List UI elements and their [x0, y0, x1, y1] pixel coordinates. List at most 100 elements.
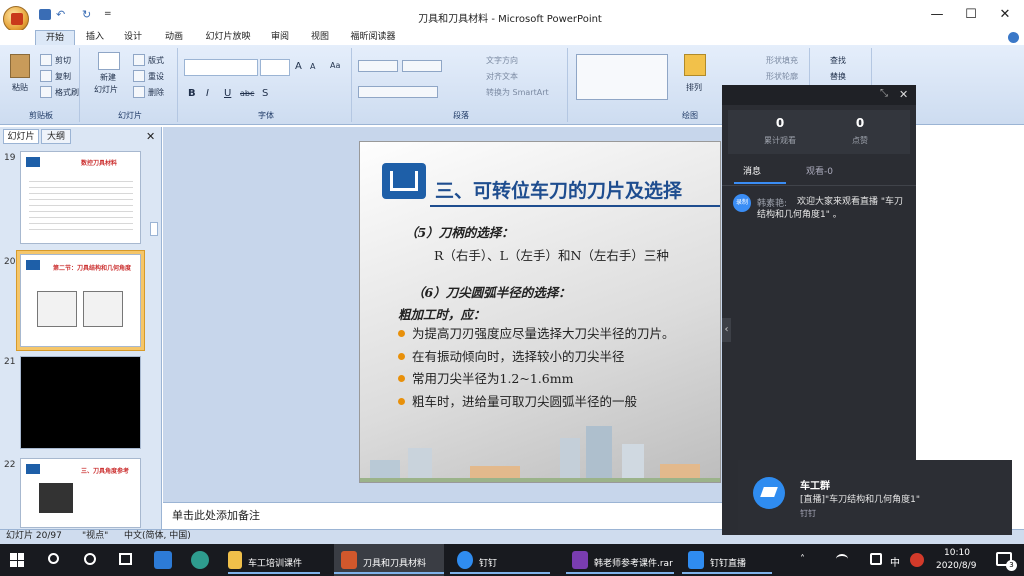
- task-view-icon[interactable]: [119, 553, 132, 565]
- shapes-gallery[interactable]: [576, 54, 668, 100]
- underline-button[interactable]: U: [224, 88, 231, 99]
- taskbar-item-folder[interactable]: 车工培训课件: [248, 556, 302, 569]
- powerpoint-icon[interactable]: [341, 551, 357, 569]
- bullets-icon[interactable]: [358, 60, 398, 72]
- bullet-icon: [398, 330, 405, 337]
- tab-home[interactable]: 开始: [35, 30, 75, 45]
- sogou-icon[interactable]: [910, 553, 924, 567]
- help-icon[interactable]: [1008, 32, 1019, 43]
- find-button[interactable]: 查找: [830, 55, 846, 66]
- current-slide[interactable]: 三、可转位车刀的刀片及选择 （5）刀柄的选择： R（右手）、L（左手）和N（左右…: [359, 141, 721, 483]
- notification-badge: 3: [1006, 560, 1017, 571]
- thumbs-scrollbar[interactable]: [150, 222, 158, 236]
- numbering-icon[interactable]: [402, 60, 442, 72]
- ime-indicator[interactable]: 中: [890, 554, 900, 569]
- tab-slideshow[interactable]: 幻灯片放映: [200, 30, 256, 45]
- smartart-button[interactable]: 转换为 SmartArt: [486, 87, 549, 98]
- new-slide-button[interactable]: 新建: [100, 72, 116, 83]
- likes-count: 0: [855, 116, 865, 130]
- arrange-button[interactable]: 排列: [686, 82, 702, 93]
- language-indicator[interactable]: 中文(简体, 中国): [124, 530, 191, 543]
- tab-animation[interactable]: 动画: [158, 30, 190, 45]
- qat-customize-icon[interactable]: =: [104, 9, 116, 20]
- popout-icon[interactable]: ⤡: [880, 88, 888, 99]
- tab-design[interactable]: 设计: [118, 30, 148, 45]
- slide-bullet-3: 常用刀尖半径为1.2~1.6mm: [412, 371, 574, 386]
- collapse-handle[interactable]: ‹: [722, 318, 731, 342]
- shrink-font-button[interactable]: A: [310, 62, 315, 71]
- arrange-icon[interactable]: [684, 54, 706, 76]
- tab-outline[interactable]: 大纲: [41, 129, 71, 144]
- shape-fill-button[interactable]: 形状填充: [766, 55, 798, 66]
- close-panel-icon[interactable]: ✕: [146, 130, 155, 143]
- dingtalk-taskbar-icon[interactable]: [457, 551, 473, 569]
- tab-messages[interactable]: 消息: [743, 164, 761, 177]
- clear-format-button[interactable]: Aa: [330, 61, 340, 70]
- taskbar-item-dingtalk[interactable]: 钉钉: [479, 556, 497, 569]
- maximize-button[interactable]: ☐: [956, 6, 986, 24]
- volume-icon[interactable]: [870, 553, 882, 565]
- text-direction-button[interactable]: 文字方向: [486, 55, 518, 66]
- copy-button[interactable]: 复制: [55, 71, 71, 82]
- slide-thumbnail-20[interactable]: 第二节：刀具结构和几何角度: [20, 254, 141, 347]
- layout-button[interactable]: 版式: [148, 55, 164, 66]
- paste-icon[interactable]: [10, 54, 30, 78]
- reset-button[interactable]: 重设: [148, 71, 164, 82]
- search-icon[interactable]: [48, 553, 59, 564]
- shape-outline-button[interactable]: 形状轮廓: [766, 71, 798, 82]
- slide-logo-icon: [382, 163, 426, 199]
- shadow-button[interactable]: S: [262, 88, 268, 99]
- running-indicator: [450, 572, 550, 574]
- slide-thumbnail-22[interactable]: 三、刀具角度参考: [20, 458, 141, 528]
- wifi-icon[interactable]: [836, 554, 848, 564]
- delete-button[interactable]: 删除: [148, 87, 164, 98]
- folder-icon[interactable]: [228, 551, 242, 569]
- replace-button[interactable]: 替换: [830, 71, 846, 82]
- grow-font-button[interactable]: A: [295, 61, 302, 72]
- redo-icon[interactable]: ↻: [82, 9, 94, 20]
- taskbar-item-rar[interactable]: 韩老师参考课件.rar: [594, 556, 673, 569]
- align-text-button[interactable]: 对齐文本: [486, 71, 518, 82]
- tab-slides[interactable]: 幻灯片: [3, 129, 39, 144]
- tab-foxit[interactable]: 福昕阅读器: [345, 30, 401, 45]
- new-slide-icon[interactable]: [98, 52, 120, 70]
- slide-thumbnail-19[interactable]: 数控刀具材料: [20, 151, 141, 244]
- paste-button[interactable]: 粘贴: [12, 82, 28, 93]
- running-indicator: [566, 572, 674, 574]
- rar-icon[interactable]: [572, 551, 588, 569]
- bullet-icon: [398, 375, 405, 382]
- taskbar-item-live[interactable]: 钉钉直播: [710, 556, 746, 569]
- font-size-combo[interactable]: [260, 59, 290, 76]
- taskbar-item-ppt[interactable]: 刀具和刀具材料: [363, 556, 426, 569]
- office-button[interactable]: [3, 6, 29, 32]
- slide-thumbnail-21[interactable]: [20, 356, 141, 449]
- tab-review[interactable]: 审阅: [264, 30, 296, 45]
- edge-icon[interactable]: [191, 551, 209, 569]
- format-painter-button[interactable]: 格式刷: [55, 87, 79, 98]
- strike-button[interactable]: abc: [240, 89, 254, 98]
- new-slide-label[interactable]: 幻灯片: [94, 84, 118, 95]
- close-button[interactable]: ✕: [990, 6, 1020, 24]
- tab-insert[interactable]: 插入: [80, 30, 110, 45]
- cortana-icon[interactable]: [84, 553, 96, 565]
- bold-button[interactable]: B: [188, 88, 196, 99]
- tab-view[interactable]: 视图: [304, 30, 336, 45]
- font-name-combo[interactable]: [184, 59, 258, 76]
- clock-time[interactable]: 10:10: [944, 548, 970, 558]
- save-icon[interactable]: [39, 9, 51, 20]
- undo-icon[interactable]: ↶: [56, 9, 68, 20]
- live-taskbar-icon[interactable]: [688, 551, 704, 569]
- align-icons[interactable]: [358, 86, 438, 98]
- tab-viewers[interactable]: 观看-0: [806, 164, 833, 177]
- start-icon[interactable]: [10, 553, 24, 567]
- minimize-button[interactable]: —: [922, 6, 952, 24]
- slide-title: 三、可转位车刀的刀片及选择: [435, 180, 683, 202]
- store-icon[interactable]: [154, 551, 172, 569]
- clock-date[interactable]: 2020/8/9: [936, 561, 976, 571]
- italic-button[interactable]: I: [206, 88, 209, 99]
- slide-line-rough: 粗加工时，应：: [398, 307, 486, 322]
- viewers-count: 0: [775, 116, 785, 130]
- tray-up-icon[interactable]: ˄: [800, 554, 805, 565]
- cut-button[interactable]: 剪切: [55, 55, 71, 66]
- live-close-icon[interactable]: ✕: [899, 88, 908, 101]
